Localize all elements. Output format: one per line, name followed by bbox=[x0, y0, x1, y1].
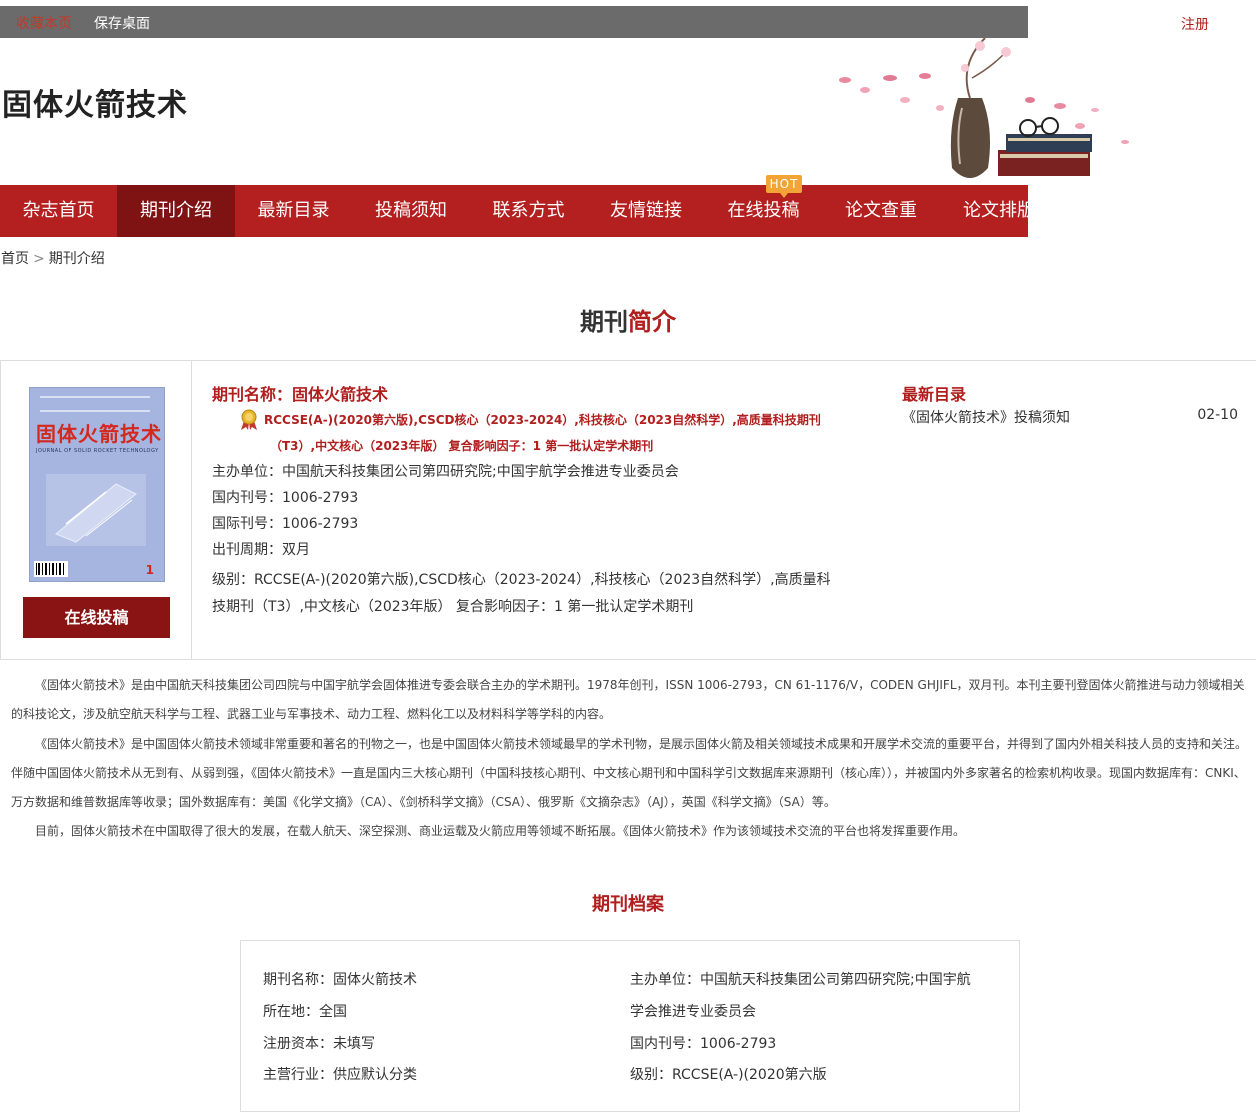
cover-column: 固体火箭技术 JOURNAL OF SOLID ROCKET TECHNOLOG… bbox=[0, 361, 192, 659]
journal-sponsor: 主办单位：中国航天科技集团公司第四研究院;中国宇航学会推进专业委员会 bbox=[212, 464, 679, 480]
journal-name: 期刊名称：固体火箭技术 bbox=[212, 385, 389, 404]
archive-sponsor-cont: 学会推进专业委员会 bbox=[630, 1004, 756, 1020]
journal-badges: RCCSE(A-)(2020第六版),CSCD核心（2023-2024）,科技核… bbox=[212, 407, 852, 459]
archive-location: 所在地：全国 bbox=[263, 1004, 347, 1020]
journal-issn: 国际刊号：1006-2793 bbox=[212, 516, 359, 532]
top-bar: 收藏本页 保存桌面 bbox=[0, 6, 1028, 38]
nav-item-journal-intro[interactable]: 期刊介绍 bbox=[117, 185, 235, 237]
nav-item-submission-guide[interactable]: 投稿须知 bbox=[352, 185, 470, 237]
latest-issue-item[interactable]: 《固体火箭技术》投稿须知 02-10 bbox=[902, 407, 1242, 431]
nav-item-plagiarism-check[interactable]: 论文查重 bbox=[822, 185, 940, 237]
journal-cover-image[interactable]: 固体火箭技术 JOURNAL OF SOLID ROCKET TECHNOLOG… bbox=[29, 387, 165, 582]
description-paragraph: 目前，固体火箭技术在中国取得了很大的发展，在载人航天、深空探测、商业运载及火箭应… bbox=[35, 824, 966, 839]
nav-item-typesetting[interactable]: 论文排版 bbox=[940, 185, 1028, 237]
header-decoration-image bbox=[839, 38, 1129, 178]
journal-info: 期刊名称：固体火箭技术 RCCSE(A-)(2020第六版),CSCD核心（20… bbox=[212, 381, 852, 620]
archive-level: 级别：RCCSE(A-)(2020第六版 bbox=[630, 1067, 827, 1083]
journal-cn-number: 国内刊号：1006-2793 bbox=[212, 490, 359, 506]
nav-item-contact[interactable]: 联系方式 bbox=[470, 185, 587, 237]
breadcrumb: 首页 > 期刊介绍 bbox=[1, 248, 105, 268]
journal-badges-line1: RCCSE(A-)(2020第六版),CSCD核心（2023-2024）,科技核… bbox=[264, 413, 821, 427]
site-title: 固体火箭技术 bbox=[2, 88, 188, 123]
save-desktop-link[interactable]: 保存桌面 bbox=[94, 13, 150, 33]
online-submit-button[interactable]: 在线投稿 bbox=[23, 597, 170, 638]
cover-issue-number: 1 bbox=[145, 563, 154, 577]
nav-item-online-submit[interactable]: 在线投稿 bbox=[705, 185, 822, 237]
breadcrumb-current: 期刊介绍 bbox=[48, 251, 105, 267]
nav-item-home[interactable]: 杂志首页 bbox=[0, 185, 117, 237]
latest-issue-date: 02-10 bbox=[1197, 407, 1238, 423]
archive-heading: 期刊档案 bbox=[0, 890, 1256, 916]
journal-level-line1: 级别：RCCSE(A-)(2020第六版),CSCD核心（2023-2024）,… bbox=[212, 572, 831, 588]
journal-level-line2: 技期刊（T3）,中文核心（2023年版） 复合影响因子：1 第一批认定学术期刊 bbox=[212, 599, 694, 615]
register-link[interactable]: 注册 bbox=[1181, 14, 1209, 34]
favorite-page-link[interactable]: 收藏本页 bbox=[16, 13, 72, 33]
archive-capital: 注册资本：未填写 bbox=[263, 1036, 375, 1052]
breadcrumb-home-link[interactable]: 首页 bbox=[1, 251, 29, 267]
journal-archive-box: 期刊名称：固体火箭技术 所在地：全国 注册资本：未填写 主营行业：供应默认分类 … bbox=[240, 940, 1020, 1112]
intro-heading-part2: 简介 bbox=[628, 308, 676, 336]
cover-header-lines bbox=[40, 396, 150, 412]
intro-heading-part1: 期刊 bbox=[580, 308, 628, 336]
nav-item-latest-issue[interactable]: 最新目录 bbox=[235, 185, 352, 237]
journal-cycle: 出刊周期：双月 bbox=[212, 542, 310, 558]
archive-heading-part2: 档案 bbox=[628, 894, 664, 915]
cover-barcode bbox=[34, 561, 68, 577]
medal-icon bbox=[238, 409, 260, 440]
latest-issue-title: 最新目录 bbox=[902, 385, 967, 404]
main-nav: 杂志首页 期刊介绍 最新目录 投稿须知 联系方式 友情链接 在线投稿 论文查重 … bbox=[0, 185, 1028, 237]
archive-cn-number: 国内刊号：1006-2793 bbox=[630, 1036, 777, 1052]
cover-artwork bbox=[46, 474, 146, 546]
description-paragraph: 《固体火箭技术》是由中国航天科技集团公司四院与中国宇航学会固体推进专委会联合主办… bbox=[11, 678, 1245, 722]
latest-issue-link[interactable]: 《固体火箭技术》投稿须知 bbox=[902, 410, 1070, 426]
archive-industry: 主营行业：供应默认分类 bbox=[263, 1067, 417, 1083]
archive-sponsor: 主办单位：中国航天科技集团公司第四研究院;中国宇航 bbox=[630, 972, 971, 988]
hot-badge: HOT bbox=[766, 175, 802, 198]
cover-title: 固体火箭技术 bbox=[36, 422, 162, 446]
archive-heading-part1: 期刊 bbox=[592, 894, 628, 915]
journal-badges-line2: （T3）,中文核心（2023年版） 复合影响因子：1 第一批认定学术期刊 bbox=[270, 439, 654, 453]
description-paragraph: 《固体火箭技术》是中国固体火箭技术领域非常重要和著名的刊物之一，也是中国固体火箭… bbox=[11, 736, 1248, 810]
latest-issue-panel: 最新目录 《固体火箭技术》投稿须知 02-10 bbox=[902, 381, 1242, 431]
breadcrumb-separator: > bbox=[33, 251, 45, 267]
archive-name: 期刊名称：固体火箭技术 bbox=[263, 972, 417, 988]
cover-subtitle: JOURNAL OF SOLID ROCKET TECHNOLOGY bbox=[36, 448, 159, 454]
journal-description: 《固体火箭技术》是由中国航天科技集团公司四院与中国宇航学会固体推进专委会联合主办… bbox=[11, 671, 1247, 847]
journal-intro-box: 固体火箭技术 JOURNAL OF SOLID ROCKET TECHNOLOG… bbox=[0, 360, 1256, 660]
intro-heading: 期刊简介 bbox=[0, 302, 1256, 337]
nav-item-friend-links[interactable]: 友情链接 bbox=[587, 185, 705, 237]
